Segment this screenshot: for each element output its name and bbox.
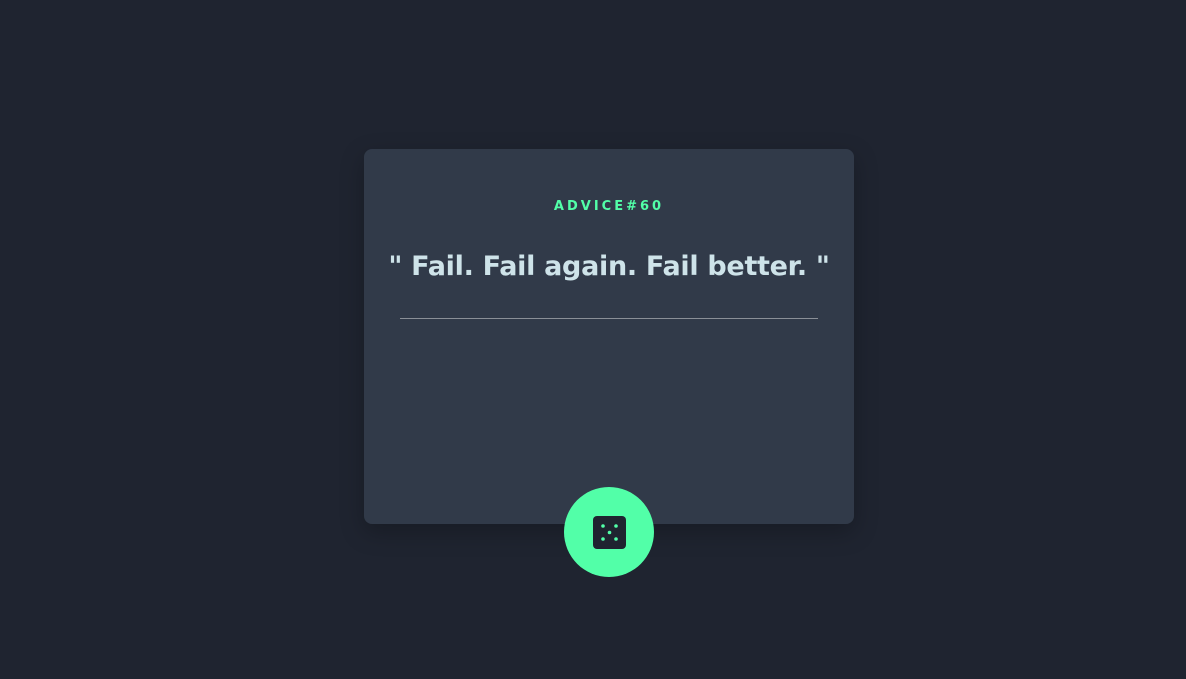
advice-id-label: ADVICE#60 bbox=[553, 199, 665, 214]
advice-card: ADVICE#60 " Fail. Fail again. Fail bette… bbox=[364, 149, 854, 524]
dice-icon bbox=[592, 515, 626, 549]
advice-quote: " Fail. Fail again. Fail better. " bbox=[388, 251, 830, 282]
divider bbox=[400, 318, 818, 319]
new-advice-button[interactable] bbox=[564, 487, 654, 577]
page: ADVICE#60 " Fail. Fail again. Fail bette… bbox=[0, 0, 1186, 679]
